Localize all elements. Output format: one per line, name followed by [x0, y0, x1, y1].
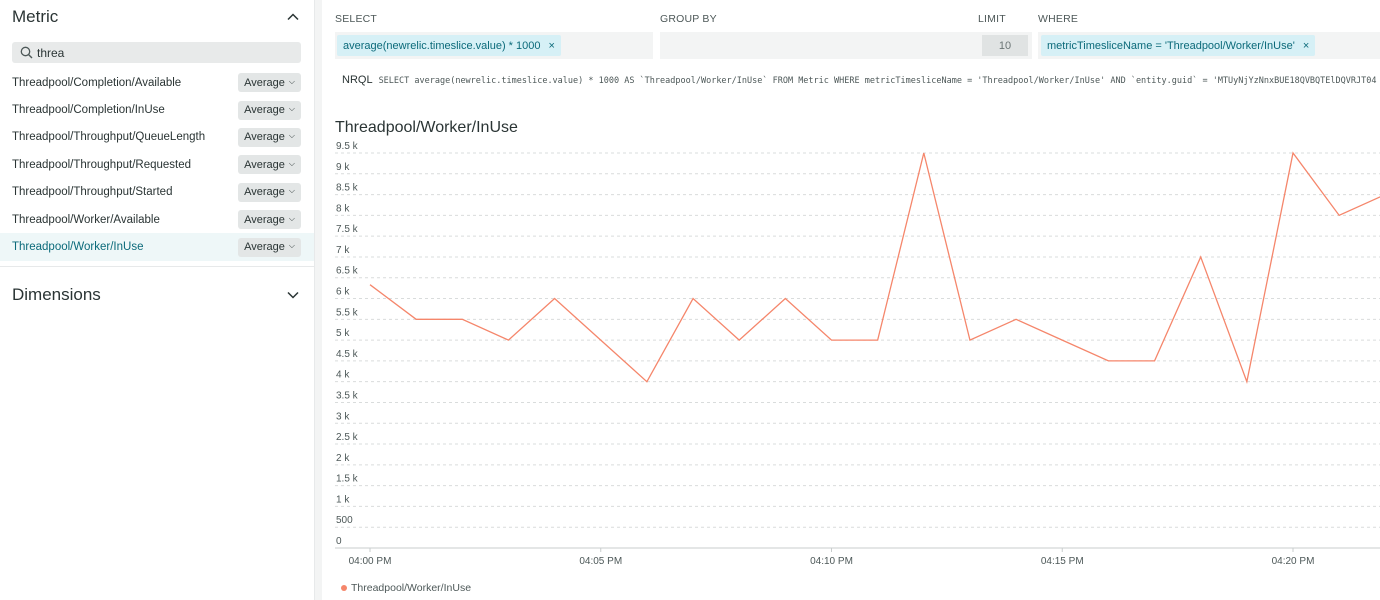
chevron-down-icon: ⌵ [288, 131, 295, 141]
y-tick-label: 6 k [336, 287, 350, 298]
y-tick-label: 5.5 k [336, 307, 359, 318]
line-chart[interactable]: 0 500 1 k 1.5 k 2 k 2.5 k 3 k 3.5 k 4 k 4.5 k 5 k 5… [322, 0, 1380, 600]
metric-item-label: Threadpool/Worker/InUse [12, 241, 144, 254]
aggregation-dropdown[interactable]: Average ⌵ [238, 237, 301, 257]
aggregation-value: Average [244, 131, 285, 144]
y-tick-label: 500 [336, 515, 353, 526]
aggregation-dropdown[interactable]: Average ⌵ [238, 155, 301, 175]
y-tick-label: 4.5 k [336, 349, 359, 360]
metric-search-box[interactable] [12, 42, 301, 63]
x-tick-label: 04:05 PM [579, 556, 622, 567]
metric-list-item[interactable]: Threadpool/Completion/InUse Average ⌵ [0, 96, 314, 123]
metric-list-item[interactable]: Threadpool/Throughput/Requested Average ⌵ [0, 151, 314, 178]
y-tick-label: 2 k [336, 453, 350, 464]
metric-item-label: Threadpool/Worker/Available [12, 213, 160, 226]
chevron-down-icon[interactable] [286, 288, 300, 302]
search-icon [20, 46, 33, 59]
aggregation-dropdown[interactable]: Average ⌵ [238, 210, 301, 230]
metric-item-label: Threadpool/Completion/Available [12, 76, 182, 89]
y-tick-label: 7.5 k [336, 224, 359, 235]
y-tick-label: 8.5 k [336, 183, 359, 194]
x-tick-label: 04:10 PM [810, 556, 853, 567]
metric-list-item[interactable]: Threadpool/Throughput/QueueLength Average… [0, 124, 314, 151]
metric-search-input[interactable] [37, 45, 277, 60]
series-line [369, 151, 1380, 385]
chevron-down-icon: ⌵ [288, 186, 295, 196]
aggregation-value: Average [244, 158, 285, 171]
chart-legend[interactable]: Threadpool/Worker/InUse [341, 582, 471, 594]
y-tick-label: 2.5 k [336, 432, 359, 443]
metric-list-item[interactable]: Threadpool/Worker/InUse Average ⌵ [0, 233, 314, 261]
chevron-up-icon[interactable] [286, 10, 300, 24]
chevron-down-icon: ⌵ [288, 158, 295, 168]
aggregation-value: Average [244, 186, 285, 199]
y-tick-label: 5 k [336, 328, 350, 339]
y-tick-label: 3.5 k [336, 390, 359, 401]
y-tick-label: 1.5 k [336, 474, 359, 485]
aggregation-value: Average [244, 213, 285, 226]
chevron-down-icon: ⌵ [288, 76, 295, 86]
x-tick-label: 04:00 PM [349, 556, 392, 567]
metric-item-label: Threadpool/Throughput/Started [12, 186, 173, 199]
y-tick-label: 9.5 k [336, 141, 359, 152]
y-tick-label: 8 k [336, 203, 350, 214]
aggregation-value: Average [244, 76, 285, 89]
y-tick-label: 9 k [336, 162, 350, 173]
section-divider [0, 266, 314, 267]
chevron-down-icon: ⌵ [288, 104, 295, 114]
metric-list-item[interactable]: Threadpool/Completion/Available Average ⌵ [0, 69, 314, 96]
aggregation-dropdown[interactable]: Average ⌵ [238, 127, 301, 147]
aggregation-value: Average [244, 104, 285, 117]
chevron-down-icon: ⌵ [288, 241, 295, 251]
y-tick-label: 3 k [336, 411, 350, 422]
y-tick-label: 4 k [336, 370, 350, 381]
metric-list: Threadpool/Completion/Available Average ⌵ T… [0, 69, 314, 261]
aggregation-dropdown[interactable]: Average ⌵ [238, 100, 301, 120]
legend-swatch [341, 585, 347, 591]
y-tick-label: 0 [336, 536, 342, 547]
aggregation-value: Average [244, 241, 285, 254]
aggregation-dropdown[interactable]: Average ⌵ [238, 182, 301, 202]
x-tick-label: 04:20 PM [1272, 556, 1315, 567]
metric-item-label: Threadpool/Completion/InUse [12, 104, 165, 117]
y-tick-label: 1 k [336, 494, 350, 505]
metric-list-item[interactable]: Threadpool/Throughput/Started Average ⌵ [0, 179, 314, 206]
aggregation-dropdown[interactable]: Average ⌵ [238, 73, 301, 93]
y-tick-label: 6.5 k [336, 266, 359, 277]
sidebar-resize-handle[interactable] [314, 0, 322, 600]
dimensions-section-header[interactable]: Dimensions [12, 280, 300, 310]
metric-sidebar: Metric Threadpool/Completion/Available Av… [0, 0, 314, 600]
metric-item-label: Threadpool/Throughput/QueueLength [12, 131, 206, 144]
chevron-down-icon: ⌵ [288, 213, 295, 223]
metric-list-item[interactable]: Threadpool/Worker/Available Average ⌵ [0, 206, 314, 233]
legend-label: Threadpool/Worker/InUse [351, 582, 472, 594]
x-tick-label: 04:15 PM [1041, 556, 1084, 567]
metric-section-title: Metric [12, 7, 59, 26]
query-builder-main: SELECT GROUP BY LIMIT WHERE average(newr… [322, 0, 1380, 600]
y-tick-label: 7 k [336, 245, 350, 256]
metric-item-label: Threadpool/Throughput/Requested [12, 158, 192, 171]
metric-section-header[interactable]: Metric [12, 2, 300, 32]
dimensions-section-title: Dimensions [12, 285, 101, 304]
